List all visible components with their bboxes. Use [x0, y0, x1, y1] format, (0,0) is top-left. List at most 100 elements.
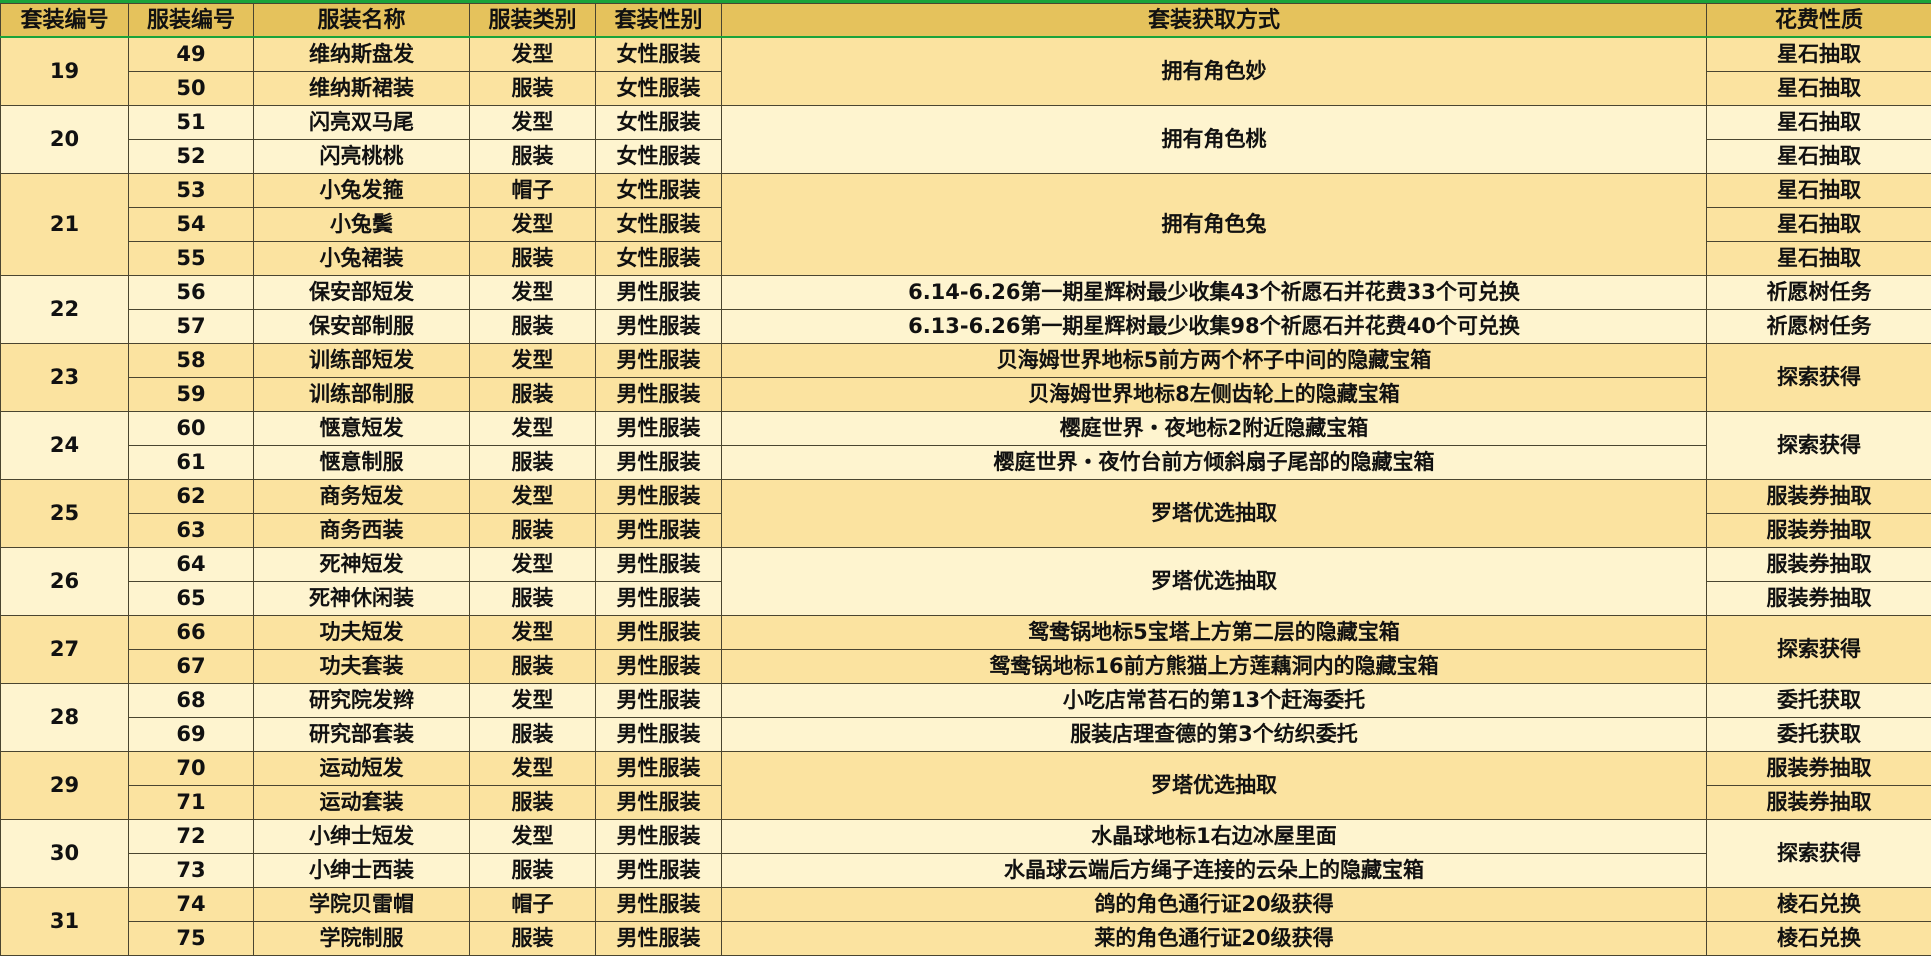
- cell-source[interactable]: 水晶球地标1右边冰屋里面: [721, 819, 1707, 854]
- cell-item-name[interactable]: 惬意制服: [253, 445, 470, 480]
- table-row[interactable]: 30 72 小绅士短发 发型 男性服装 水晶球地标1右边冰屋里面 探索获得: [0, 819, 1931, 888]
- cell-item-no[interactable]: 57: [128, 309, 254, 344]
- cell-item-no[interactable]: 51: [128, 105, 254, 140]
- cell-item-no[interactable]: 52: [128, 139, 254, 174]
- cell-source[interactable]: 罗塔优选抽取: [721, 751, 1707, 820]
- cell-source[interactable]: 莱的角色通行证20级获得: [721, 921, 1707, 956]
- cell-item-name[interactable]: 死神休闲装: [253, 581, 470, 616]
- cell-item-type[interactable]: 发型: [469, 819, 596, 854]
- cell-set-no[interactable]: 29: [0, 751, 129, 820]
- cell-item-type[interactable]: 发型: [469, 615, 596, 650]
- cell-item-name[interactable]: 研究部套装: [253, 717, 470, 752]
- cell-item-name[interactable]: 惬意短发: [253, 411, 470, 446]
- cell-item-name[interactable]: 训练部短发: [253, 343, 470, 378]
- cell-item-type[interactable]: 发型: [469, 275, 596, 310]
- table-row[interactable]: 29 70 运动短发 发型 男性服装 罗塔优选抽取 服装券抽取: [0, 751, 1931, 820]
- cell-cost-type[interactable]: 委托获取: [1706, 683, 1931, 718]
- cell-item-type[interactable]: 服装: [469, 513, 596, 548]
- cell-item-type[interactable]: 发型: [469, 411, 596, 446]
- cell-set-gender[interactable]: 女性服装: [595, 207, 722, 242]
- cell-item-no[interactable]: 71: [128, 785, 254, 820]
- cell-item-name[interactable]: 训练部制服: [253, 377, 470, 412]
- cell-item-no[interactable]: 72: [128, 819, 254, 854]
- cell-set-gender[interactable]: 男性服装: [595, 547, 722, 582]
- cell-item-type[interactable]: 服装: [469, 717, 596, 752]
- cell-item-no[interactable]: 63: [128, 513, 254, 548]
- cell-item-type[interactable]: 服装: [469, 71, 596, 106]
- cell-source[interactable]: 鸳鸯锅地标5宝塔上方第二层的隐藏宝箱: [721, 615, 1707, 650]
- cell-item-no[interactable]: 65: [128, 581, 254, 616]
- cell-item-no[interactable]: 59: [128, 377, 254, 412]
- cell-item-type[interactable]: 服装: [469, 445, 596, 480]
- cell-set-gender[interactable]: 男性服装: [595, 411, 722, 446]
- cell-item-type[interactable]: 帽子: [469, 173, 596, 208]
- table-row[interactable]: 20 51 闪亮双马尾 发型 女性服装 拥有角色桃 星石抽取: [0, 105, 1931, 174]
- table-row[interactable]: 23 58 训练部短发 发型 男性服装 贝海姆世界地标5前方两个杯子中间的隐藏宝箱 探索获得: [0, 343, 1931, 412]
- cell-item-type[interactable]: 发型: [469, 36, 596, 72]
- cell-item-type[interactable]: 发型: [469, 751, 596, 786]
- cell-item-name[interactable]: 闪亮桃桃: [253, 139, 470, 174]
- cell-set-gender[interactable]: 男性服装: [595, 513, 722, 548]
- cell-cost-type[interactable]: 棱石兑换: [1706, 887, 1931, 922]
- cell-item-no[interactable]: 61: [128, 445, 254, 480]
- cell-source[interactable]: 鸽的角色通行证20级获得: [721, 887, 1707, 922]
- cell-set-no[interactable]: 24: [0, 411, 129, 480]
- cell-set-gender[interactable]: 男性服装: [595, 785, 722, 820]
- cell-source[interactable]: 罗塔优选抽取: [721, 479, 1707, 548]
- cell-item-type[interactable]: 服装: [469, 309, 596, 344]
- cell-item-no[interactable]: 66: [128, 615, 254, 650]
- cell-set-gender[interactable]: 男性服装: [595, 479, 722, 514]
- cell-set-gender[interactable]: 男性服装: [595, 921, 722, 956]
- cell-source[interactable]: 拥有角色兔: [721, 173, 1707, 276]
- cell-cost-type[interactable]: 探索获得: [1706, 343, 1931, 412]
- cell-set-gender[interactable]: 男性服装: [595, 275, 722, 310]
- cell-cost-type[interactable]: 星石抽取: [1706, 241, 1931, 276]
- cell-item-type[interactable]: 服装: [469, 649, 596, 684]
- cell-cost-type[interactable]: 服装券抽取: [1706, 751, 1931, 786]
- cell-item-name[interactable]: 保安部短发: [253, 275, 470, 310]
- cell-item-name[interactable]: 功夫短发: [253, 615, 470, 650]
- table-row[interactable]: 28 68 研究院发辫 发型 男性服装 小吃店常苔石的第13个赶海委托 委托获取: [0, 683, 1931, 752]
- cell-set-gender[interactable]: 男性服装: [595, 649, 722, 684]
- cell-item-name[interactable]: 小兔裙装: [253, 241, 470, 276]
- cell-item-type[interactable]: 发型: [469, 683, 596, 718]
- cell-set-gender[interactable]: 男性服装: [595, 343, 722, 378]
- cell-set-no[interactable]: 21: [0, 173, 129, 276]
- cell-set-gender[interactable]: 女性服装: [595, 71, 722, 106]
- table-row[interactable]: 59 训练部制服 服装 男性服装 贝海姆世界地标8左侧齿轮上的隐藏宝箱: [1, 377, 1931, 412]
- cell-item-type[interactable]: 发型: [469, 343, 596, 378]
- cell-set-gender[interactable]: 男性服装: [595, 445, 722, 480]
- cell-cost-type[interactable]: 服装券抽取: [1706, 513, 1931, 548]
- cell-cost-type[interactable]: 服装券抽取: [1706, 785, 1931, 820]
- table-row[interactable]: 61 惬意制服 服装 男性服装 樱庭世界・夜竹台前方倾斜扇子尾部的隐藏宝箱: [1, 445, 1931, 480]
- cell-set-no[interactable]: 23: [0, 343, 129, 412]
- cell-cost-type[interactable]: 探索获得: [1706, 411, 1931, 480]
- table-row[interactable]: 26 64 死神短发 发型 男性服装 罗塔优选抽取 服装券抽取: [0, 547, 1931, 616]
- cell-item-name[interactable]: 死神短发: [253, 547, 470, 582]
- cell-set-no[interactable]: 22: [0, 275, 129, 344]
- cell-set-no[interactable]: 19: [0, 36, 129, 106]
- cell-cost-type[interactable]: 委托获取: [1706, 717, 1931, 752]
- cell-source[interactable]: 服装店理查德的第3个纺织委托: [721, 717, 1707, 752]
- cell-set-no[interactable]: 30: [0, 819, 129, 888]
- cell-source[interactable]: 贝海姆世界地标8左侧齿轮上的隐藏宝箱: [721, 377, 1707, 412]
- cell-set-gender[interactable]: 女性服装: [595, 241, 722, 276]
- cell-item-type[interactable]: 发型: [469, 105, 596, 140]
- cell-set-no[interactable]: 31: [0, 887, 129, 956]
- cell-cost-type[interactable]: 服装券抽取: [1706, 479, 1931, 514]
- cell-item-no[interactable]: 56: [128, 275, 254, 310]
- cell-source[interactable]: 樱庭世界・夜地标2附近隐藏宝箱: [721, 411, 1707, 446]
- cell-cost-type[interactable]: 棱石兑换: [1706, 921, 1931, 956]
- cell-source[interactable]: 罗塔优选抽取: [721, 547, 1707, 616]
- cell-item-name[interactable]: 功夫套装: [253, 649, 470, 684]
- cell-source[interactable]: 拥有角色妙: [721, 36, 1707, 106]
- cell-item-name[interactable]: 学院制服: [253, 921, 470, 956]
- cell-set-no[interactable]: 28: [0, 683, 129, 752]
- cell-item-no[interactable]: 60: [128, 411, 254, 446]
- cell-item-no[interactable]: 73: [128, 853, 254, 888]
- cell-source[interactable]: 鸳鸯锅地标16前方熊猫上方莲藕洞内的隐藏宝箱: [721, 649, 1707, 684]
- table-row[interactable]: 75 学院制服 服装 男性服装 莱的角色通行证20级获得 棱石兑换: [1, 921, 1931, 956]
- table-row[interactable]: 67 功夫套装 服装 男性服装 鸳鸯锅地标16前方熊猫上方莲藕洞内的隐藏宝箱: [1, 649, 1931, 684]
- cell-cost-type[interactable]: 探索获得: [1706, 819, 1931, 888]
- cell-source[interactable]: 樱庭世界・夜竹台前方倾斜扇子尾部的隐藏宝箱: [721, 445, 1707, 480]
